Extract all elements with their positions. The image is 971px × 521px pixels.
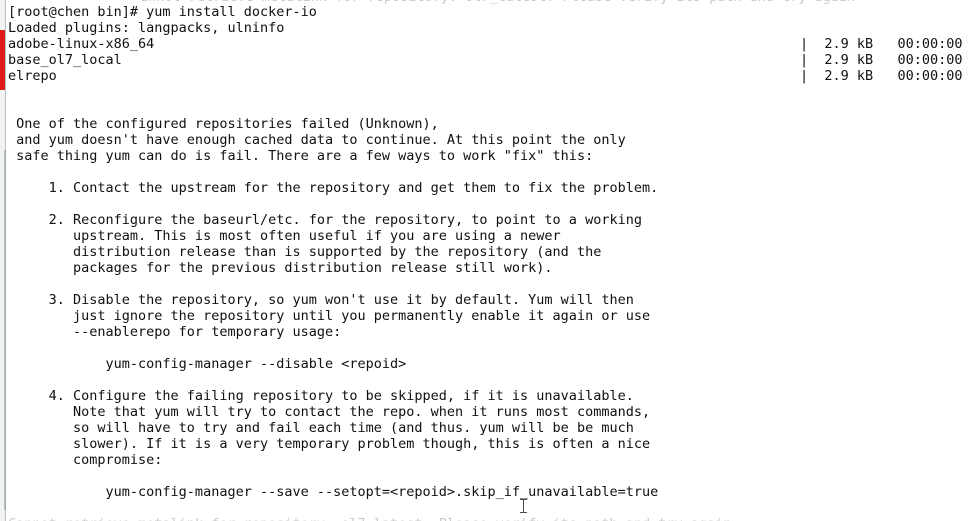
- scrollbar[interactable]: [0, 0, 6, 521]
- terminal-line-item4-1: 4. Configure the failing repository to b…: [8, 388, 634, 404]
- terminal-line-item3-2: just ignore the repository until you per…: [8, 308, 651, 324]
- terminal-line-item4-3: so will have to try and fail each time (…: [8, 420, 634, 436]
- terminal-line-item4-command: yum-config-manager --save --setopt=<repo…: [8, 484, 659, 500]
- terminal-line-item2-1: 2. Reconfigure the baseurl/etc. for the …: [8, 212, 642, 228]
- terminal-line-prompt: [root@chen bin]# yum install docker-io: [8, 4, 317, 20]
- terminal-line-item3-1: 3. Disable the repository, so yum won't …: [8, 292, 634, 308]
- terminal-line-repo-adobe: adobe-linux-x86_64: [8, 36, 155, 52]
- terminal-line-plugins: Loaded plugins: langpacks, ulninfo: [8, 20, 285, 36]
- terminal-line-item1: 1. Contact the upstream for the reposito…: [8, 180, 659, 196]
- terminal-line-clipped-bottom: Cannot retrieve metalink for repository:…: [0, 516, 731, 521]
- terminal-window[interactable]: annot retrieve metalink for repository: …: [0, 0, 971, 521]
- terminal-line-item4-5: compromise:: [8, 452, 163, 468]
- terminal-line-item3-3: --enablerepo for temporary usage:: [8, 324, 342, 340]
- terminal-line-item4-4: slower). If it is a very temporary probl…: [8, 436, 651, 452]
- scrollbar-track-line: [4, 150, 6, 510]
- terminal-line-item4-2: Note that yum will try to contact the re…: [8, 404, 651, 420]
- terminal-line-repo-base: base_ol7_local: [8, 52, 122, 68]
- terminal-line-item2-3: distribution release than is supported b…: [8, 244, 602, 260]
- terminal-line-error-2: and yum doesn't have enough cached data …: [8, 132, 626, 148]
- terminal-line-error-1: One of the configured repositories faile…: [8, 116, 439, 132]
- terminal-line-item3-command: yum-config-manager --disable <repoid>: [8, 356, 407, 372]
- terminal-line-item2-4: packages for the previous distribution r…: [8, 260, 553, 276]
- terminal-line-item2-2: upstream. This is most often useful if y…: [8, 228, 561, 244]
- scrollbar-error-marker[interactable]: [0, 30, 5, 90]
- terminal-screen[interactable]: annot retrieve metalink for repository: …: [0, 0, 971, 521]
- terminal-repo-meta-adobe: | 2.9 kB 00:00:00: [800, 36, 963, 52]
- terminal-repo-meta-base: | 2.9 kB 00:00:00: [800, 52, 963, 68]
- terminal-line-repo-elrepo: elrepo: [8, 68, 57, 84]
- terminal-repo-meta-elrepo: | 2.9 kB 00:00:00: [800, 68, 963, 84]
- terminal-line-error-3: safe thing yum can do is fail. There are…: [8, 148, 594, 164]
